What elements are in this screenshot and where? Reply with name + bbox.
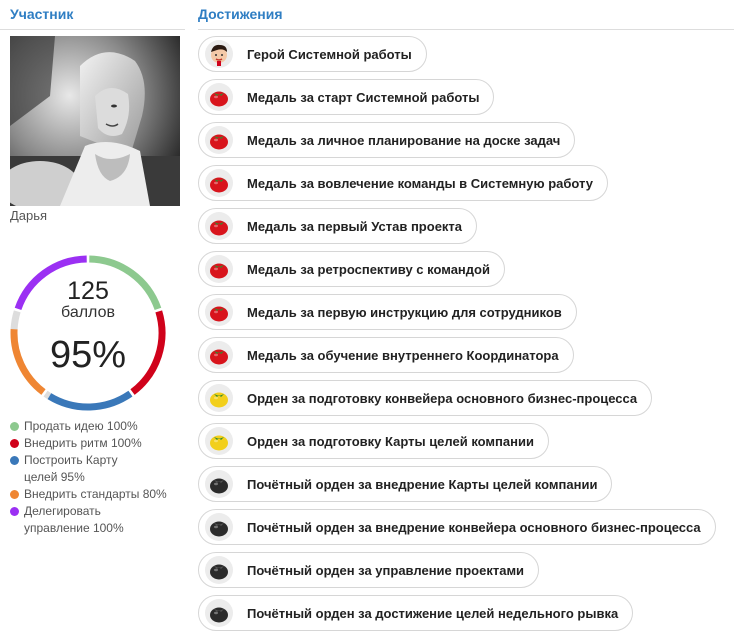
achievement-row: Медаль за первую инструкцию для сотрудни… — [198, 294, 734, 337]
red-tomato-icon — [205, 126, 233, 154]
achievement-badge[interactable]: Медаль за личное планирование на доске з… — [198, 122, 576, 158]
achievement-label: Почётный орден за внедрение Карты целей … — [247, 476, 598, 492]
points-label: баллов — [61, 304, 115, 321]
achievement-badge[interactable]: Герой Системной работы — [198, 36, 427, 72]
legend-dot — [10, 490, 19, 499]
legend-label: Внедрить стандарты 80% — [24, 487, 167, 501]
achievement-label: Орден за подготовку Карты целей компании — [247, 433, 534, 449]
achievement-row: Почётный орден за управление проектами — [198, 552, 734, 595]
achievement-badge[interactable]: Медаль за первую инструкцию для сотрудни… — [198, 294, 577, 330]
achievement-label: Медаль за ретроспективу с командой — [247, 261, 490, 277]
legend-label: Продать идею 100% — [24, 419, 138, 433]
achievement-badge[interactable]: Медаль за обучение внутреннего Координат… — [198, 337, 574, 373]
achievement-row: Медаль за обучение внутреннего Координат… — [198, 337, 734, 380]
achievement-row: Почётный орден за внедрение конвейера ос… — [198, 509, 734, 552]
red-tomato-icon — [205, 169, 233, 197]
achievements-list: Герой Системной работы Медаль за старт Си… — [198, 36, 734, 638]
points-value: 125 — [67, 277, 109, 305]
legend-dot — [10, 507, 19, 516]
legend-item: Построить Карту целей 95% — [10, 452, 154, 486]
header-divider — [0, 29, 185, 30]
achievement-label: Герой Системной работы — [247, 46, 412, 62]
red-tomato-icon — [205, 255, 233, 283]
achievement-label: Медаль за обучение внутреннего Координат… — [247, 347, 559, 363]
participant-name: Дарья — [10, 208, 48, 223]
overall-percent: 95% — [49, 334, 127, 376]
yellow-tomato-icon — [205, 384, 233, 412]
progress-segment-remainder — [43, 390, 52, 400]
legend-item: Внедрить стандарты 80% — [10, 486, 190, 503]
achievement-row: Медаль за старт Системной работы — [198, 79, 734, 122]
achievement-row: Медаль за первый Устав проекта — [198, 208, 734, 251]
achievement-label: Медаль за первый Устав проекта — [247, 218, 463, 234]
participant-column-header: Участник — [10, 6, 74, 22]
legend-label: Делегировать управление 100% — [24, 504, 124, 535]
red-tomato-icon — [205, 83, 233, 111]
red-tomato-icon — [205, 341, 233, 369]
achievement-row: Орден за подготовку Карты целей компании — [198, 423, 734, 466]
achievement-label: Почётный орден за внедрение конвейера ос… — [247, 519, 701, 535]
achievement-badge[interactable]: Медаль за ретроспективу с командой — [198, 251, 505, 287]
black-tomato-icon — [205, 556, 233, 584]
achievement-row: Почётный орден за внедрение Карты целей … — [198, 466, 734, 509]
achievement-row: Медаль за ретроспективу с командой — [198, 251, 734, 294]
achievement-badge[interactable]: Медаль за старт Системной работы — [198, 79, 495, 115]
achievement-badge[interactable]: Медаль за первый Устав проекта — [198, 208, 478, 244]
legend-item: Продать идею 100% — [10, 418, 190, 435]
achievement-label: Медаль за старт Системной работы — [247, 89, 480, 105]
hero-icon — [205, 40, 233, 68]
achievement-label: Почётный орден за достижение целей недел… — [247, 605, 619, 621]
progress-ring: 125 баллов 95% — [8, 253, 168, 413]
red-tomato-icon — [205, 212, 233, 240]
legend-dot — [10, 422, 19, 431]
achievement-badge[interactable]: Медаль за вовлечение команды в Системную… — [198, 165, 608, 201]
avatar[interactable] — [10, 36, 180, 206]
table-header: Участник Достижения — [0, 0, 737, 28]
red-tomato-icon — [205, 298, 233, 326]
achievement-row: Орден за подготовку конвейера основного … — [198, 380, 734, 423]
achievement-badge[interactable]: Почётный орден за внедрение Карты целей … — [198, 466, 613, 502]
black-tomato-icon — [205, 470, 233, 498]
black-tomato-icon — [205, 599, 233, 627]
achievement-badge[interactable]: Почётный орден за внедрение конвейера ос… — [198, 509, 716, 545]
achievement-label: Медаль за вовлечение команды в Системную… — [247, 175, 593, 191]
legend-dot — [10, 456, 19, 465]
achievement-row: Почётный орден за достижение целей недел… — [198, 595, 734, 638]
achievement-badge[interactable]: Орден за подготовку Карты целей компании — [198, 423, 549, 459]
achievement-row: Медаль за вовлечение команды в Системную… — [198, 165, 734, 208]
achievement-row: Медаль за личное планирование на доске з… — [198, 122, 734, 165]
black-tomato-icon — [205, 513, 233, 541]
achievement-label: Почётный орден за управление проектами — [247, 562, 525, 578]
legend-dot — [10, 439, 19, 448]
achievement-row: Герой Системной работы — [198, 36, 734, 79]
legend-item: Делегировать управление 100% — [10, 503, 154, 537]
progress-segment — [47, 390, 133, 411]
legend-label: Внедрить ритм 100% — [24, 436, 142, 450]
achievement-label: Медаль за личное планирование на доске з… — [247, 132, 561, 148]
progress-legend: Продать идею 100% Внедрить ритм 100% Пос… — [10, 418, 190, 537]
achievement-badge[interactable]: Почётный орден за достижение целей недел… — [198, 595, 634, 631]
yellow-tomato-icon — [205, 427, 233, 455]
achievement-label: Орден за подготовку конвейера основного … — [247, 390, 638, 406]
achievement-badge[interactable]: Орден за подготовку конвейера основного … — [198, 380, 653, 416]
achievement-label: Медаль за первую инструкцию для сотрудни… — [247, 304, 562, 320]
header-divider — [198, 29, 734, 30]
achievement-badge[interactable]: Почётный орден за управление проектами — [198, 552, 540, 588]
achievements-column-header: Достижения — [198, 6, 283, 22]
legend-item: Внедрить ритм 100% — [10, 435, 190, 452]
legend-label: Построить Карту целей 95% — [24, 453, 118, 484]
